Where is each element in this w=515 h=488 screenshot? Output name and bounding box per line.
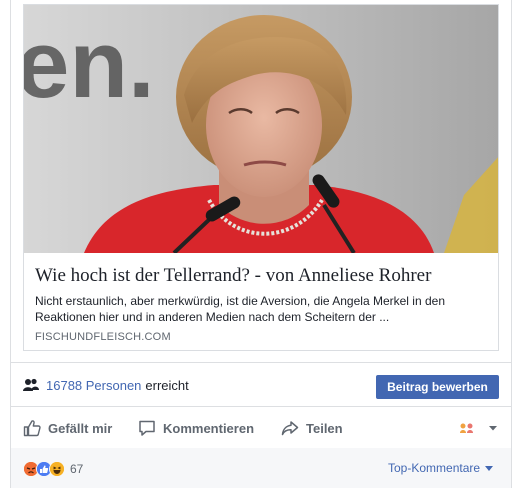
reach-suffix: erreicht bbox=[145, 377, 189, 393]
divider bbox=[11, 406, 511, 407]
comment-order-dropdown[interactable]: Top-Kommentare bbox=[388, 461, 494, 475]
like-label: Gefällt mir bbox=[48, 420, 113, 436]
comment-label: Kommentieren bbox=[163, 420, 255, 436]
chevron-down-icon bbox=[489, 426, 497, 431]
divider bbox=[11, 362, 511, 363]
portrait-photo: en. bbox=[24, 5, 498, 253]
reaction-avatar-icon bbox=[460, 423, 473, 433]
feed-post: en. Wie hoch ist der Tellerrand? - von A… bbox=[10, 0, 512, 488]
people-icon bbox=[23, 378, 39, 391]
thumbs-up-icon bbox=[23, 420, 41, 437]
boost-post-button[interactable]: Beitrag bewerben bbox=[376, 375, 499, 399]
link-preview-body[interactable]: Wie hoch ist der Tellerrand? - von Annel… bbox=[24, 253, 498, 350]
link-domain: FISCHUNDFLEISCH.COM bbox=[35, 331, 171, 343]
caret-down-icon bbox=[485, 465, 494, 471]
link-title[interactable]: Wie hoch ist der Tellerrand? - von Annel… bbox=[35, 265, 491, 287]
reaction-picker-button[interactable] bbox=[459, 410, 505, 446]
share-arrow-icon bbox=[281, 421, 299, 436]
haha-reaction-icon bbox=[49, 461, 65, 477]
post-actions-bar: Gefällt mir Kommentieren Teilen bbox=[11, 410, 511, 446]
link-description: Nicht erstaunlich, aber merkwürdig, ist … bbox=[35, 294, 445, 324]
link-preview-image[interactable]: en. bbox=[24, 5, 498, 253]
comment-button[interactable]: Kommentieren bbox=[138, 410, 254, 446]
comment-icon bbox=[139, 420, 155, 436]
reach-count-link[interactable]: 16788 Personen bbox=[46, 378, 141, 393]
share-label: Teilen bbox=[306, 420, 343, 436]
reaction-icons[interactable]: 67 bbox=[23, 460, 83, 478]
background-sign-text: en. bbox=[24, 11, 155, 118]
reactions-summary: 67 Top-Kommentare bbox=[11, 448, 511, 488]
reaction-count[interactable]: 67 bbox=[70, 462, 83, 476]
share-button[interactable]: Teilen bbox=[281, 410, 343, 446]
link-preview-card[interactable]: en. Wie hoch ist der Tellerrand? - von A… bbox=[23, 4, 499, 351]
comment-order-label: Top-Kommentare bbox=[388, 461, 481, 475]
reach-stats: 16788 Personen erreicht bbox=[23, 375, 189, 395]
like-button[interactable]: Gefällt mir bbox=[23, 410, 112, 446]
